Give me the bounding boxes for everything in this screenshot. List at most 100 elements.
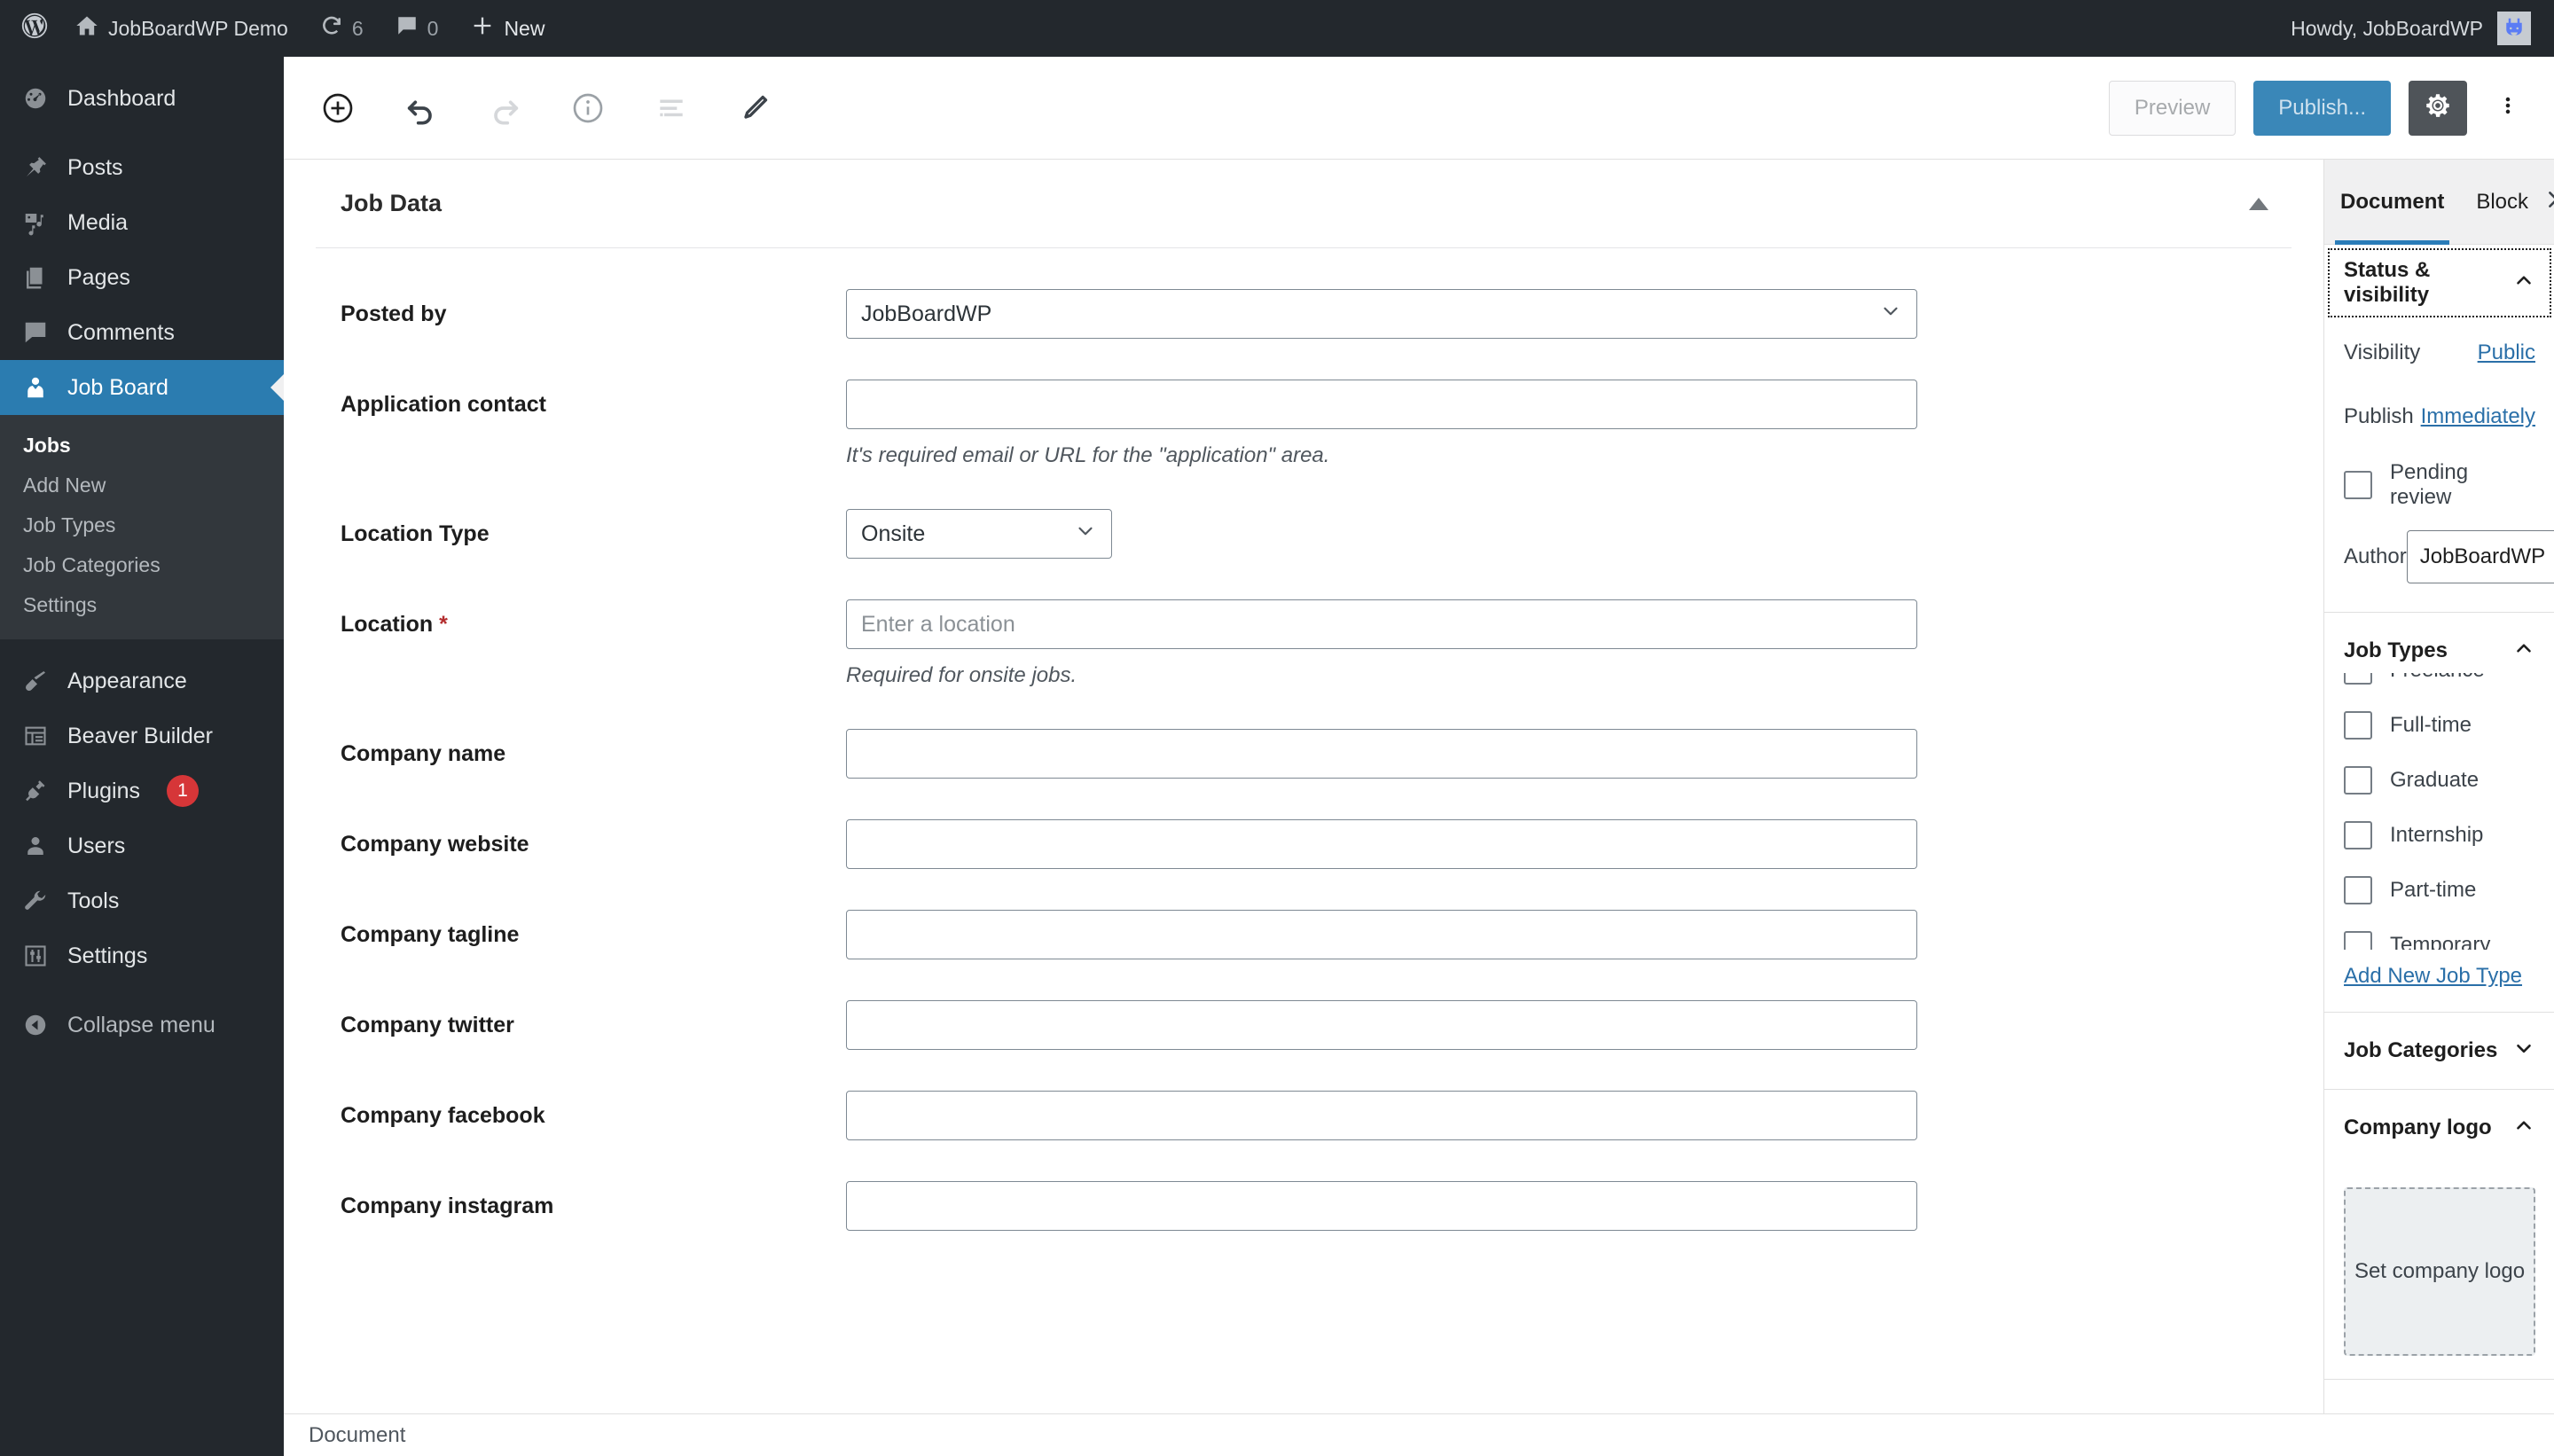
wordpress-logo-icon bbox=[20, 11, 50, 46]
collapse-triangle-up-icon[interactable] bbox=[2249, 197, 2268, 210]
comments-button[interactable]: 0 bbox=[380, 0, 455, 57]
sidebar-item-label: Users bbox=[67, 833, 126, 858]
job-type-option-internship[interactable]: Internship bbox=[2344, 808, 2535, 863]
submenu-item-settings[interactable]: Settings bbox=[0, 585, 284, 625]
job-type-option-part-time[interactable]: Part-time bbox=[2344, 863, 2535, 918]
location-input[interactable]: Enter a location bbox=[846, 599, 1917, 649]
pending-review-checkbox[interactable] bbox=[2344, 471, 2372, 499]
company-tagline-input[interactable] bbox=[846, 910, 1917, 959]
sidebar-item-pages[interactable]: Pages bbox=[0, 250, 284, 305]
tab-document[interactable]: Document bbox=[2324, 160, 2460, 245]
page-title: Job Data bbox=[341, 190, 443, 216]
wordpress-logo-button[interactable] bbox=[0, 0, 59, 57]
status-visibility-panel-header[interactable]: Status & visibility bbox=[2324, 245, 2554, 321]
field-row-company-twitter: Company twitter bbox=[284, 1000, 2323, 1050]
set-company-logo-dropzone[interactable]: Set company logo bbox=[2344, 1187, 2535, 1356]
sidebar-item-label: Job Board bbox=[67, 374, 168, 400]
submenu-item-job-types[interactable]: Job Types bbox=[0, 505, 284, 545]
location-type-select[interactable]: Onsite bbox=[846, 509, 1112, 559]
collapse-menu-button[interactable]: Collapse menu bbox=[0, 998, 284, 1053]
details-info-icon[interactable] bbox=[560, 81, 615, 136]
field-control bbox=[846, 1181, 2323, 1231]
edit-pencil-icon[interactable] bbox=[727, 81, 782, 136]
company-instagram-input[interactable] bbox=[846, 1181, 1917, 1231]
visibility-value-button[interactable]: Public bbox=[2478, 341, 2535, 365]
company-website-input[interactable] bbox=[846, 819, 1917, 869]
job-types-checkbox-list[interactable]: Freelance Full-time Graduate Intern bbox=[2344, 673, 2535, 950]
field-row-posted-by: Posted by JobBoardWP bbox=[284, 289, 2323, 339]
submenu-item-job-categories[interactable]: Job Categories bbox=[0, 545, 284, 585]
submenu-item-jobs[interactable]: Jobs bbox=[0, 426, 284, 466]
job-type-label: Full-time bbox=[2390, 713, 2472, 737]
field-row-application-contact: Application contact It's required email … bbox=[284, 380, 2323, 468]
undo-icon[interactable] bbox=[394, 81, 449, 136]
job-type-label: Graduate bbox=[2390, 768, 2480, 792]
sidebar-item-comments[interactable]: Comments bbox=[0, 305, 284, 360]
sidebar-item-tools[interactable]: Tools bbox=[0, 873, 284, 928]
sidebar-item-users[interactable]: Users bbox=[0, 818, 284, 873]
comments-count: 0 bbox=[427, 16, 439, 40]
sidebar-item-posts[interactable]: Posts bbox=[0, 140, 284, 195]
add-new-job-type-link[interactable]: Add New Job Type bbox=[2344, 964, 2522, 988]
job-type-checkbox[interactable] bbox=[2344, 673, 2372, 685]
updates-button[interactable]: 6 bbox=[304, 0, 380, 57]
field-label-text: Location bbox=[341, 612, 434, 637]
chevron-down-icon bbox=[2512, 1037, 2535, 1066]
job-type-checkbox[interactable] bbox=[2344, 766, 2372, 795]
sidebar-item-plugins[interactable]: Plugins 1 bbox=[0, 763, 284, 818]
job-categories-panel-header[interactable]: Job Categories bbox=[2324, 1013, 2554, 1089]
company-name-input[interactable] bbox=[846, 729, 1917, 779]
publish-value-button[interactable]: Immediately bbox=[2421, 404, 2535, 429]
tab-block[interactable]: Block bbox=[2460, 160, 2544, 245]
job-type-option-graduate[interactable]: Graduate bbox=[2344, 753, 2535, 808]
company-logo-panel-header[interactable]: Company logo bbox=[2324, 1090, 2554, 1166]
close-sidebar-button[interactable] bbox=[2544, 187, 2554, 216]
sidebar-item-label: Settings bbox=[67, 943, 148, 968]
panel-title: Status & visibility bbox=[2344, 258, 2431, 307]
preview-button[interactable]: Preview bbox=[2108, 80, 2237, 136]
job-type-checkbox[interactable] bbox=[2344, 821, 2372, 849]
new-content-button[interactable]: New bbox=[454, 0, 560, 57]
submenu-item-add-new[interactable]: Add New bbox=[0, 466, 284, 505]
home-icon bbox=[74, 13, 99, 43]
application-contact-input[interactable] bbox=[846, 380, 1917, 429]
my-account-button[interactable]: Howdy, JobBoardWP bbox=[2291, 0, 2554, 57]
site-name-button[interactable]: JobBoardWP Demo bbox=[59, 0, 304, 57]
field-label: Company facebook bbox=[341, 1103, 545, 1128]
company-twitter-input[interactable] bbox=[846, 1000, 1917, 1050]
field-label: Posted by bbox=[341, 301, 447, 326]
sidebar-item-settings[interactable]: Settings bbox=[0, 928, 284, 983]
gear-icon bbox=[2423, 90, 2453, 125]
posted-by-select[interactable]: JobBoardWP bbox=[846, 289, 1917, 339]
kebab-vertical-icon bbox=[2496, 90, 2519, 125]
field-row-location: Location * Enter a location Required for… bbox=[284, 599, 2323, 688]
sidebar-item-appearance[interactable]: Appearance bbox=[0, 654, 284, 708]
job-type-checkbox[interactable] bbox=[2344, 931, 2372, 950]
job-type-checkbox[interactable] bbox=[2344, 876, 2372, 904]
pending-review-row[interactable]: Pending review bbox=[2344, 458, 2535, 513]
sidebar-item-job-board[interactable]: Job Board bbox=[0, 360, 284, 415]
beaver-builder-grid-icon bbox=[20, 724, 51, 748]
field-row-company-instagram: Company instagram bbox=[284, 1181, 2323, 1231]
job-type-option-temporary[interactable]: Temporary bbox=[2344, 918, 2535, 950]
author-select[interactable]: JobBoardWP bbox=[2406, 530, 2554, 583]
job-type-option-full-time[interactable]: Full-time bbox=[2344, 698, 2535, 753]
sidebar-item-media[interactable]: Media bbox=[0, 195, 284, 250]
sidebar-item-dashboard[interactable]: Dashboard bbox=[0, 71, 284, 126]
job-type-option-freelance[interactable]: Freelance bbox=[2344, 673, 2535, 698]
publish-button[interactable]: Publish... bbox=[2253, 80, 2391, 136]
pending-review-label: Pending review bbox=[2390, 460, 2469, 509]
company-facebook-input[interactable] bbox=[846, 1091, 1917, 1140]
more-menu-button[interactable] bbox=[2485, 81, 2531, 136]
sidebar-item-beaver-builder[interactable]: Beaver Builder bbox=[0, 708, 284, 763]
job-type-label: Temporary bbox=[2390, 933, 2491, 950]
publish-label: Publish bbox=[2344, 404, 2414, 428]
sidebar-item-label: Pages bbox=[67, 264, 130, 290]
settings-toggle-button[interactable] bbox=[2409, 80, 2467, 136]
paintbrush-icon bbox=[20, 668, 51, 694]
updates-icon bbox=[320, 14, 343, 43]
add-block-icon[interactable] bbox=[310, 81, 365, 136]
list-view-icon[interactable] bbox=[644, 81, 699, 136]
job-type-checkbox[interactable] bbox=[2344, 711, 2372, 740]
field-help-text: Required for onsite jobs. bbox=[846, 663, 1077, 687]
